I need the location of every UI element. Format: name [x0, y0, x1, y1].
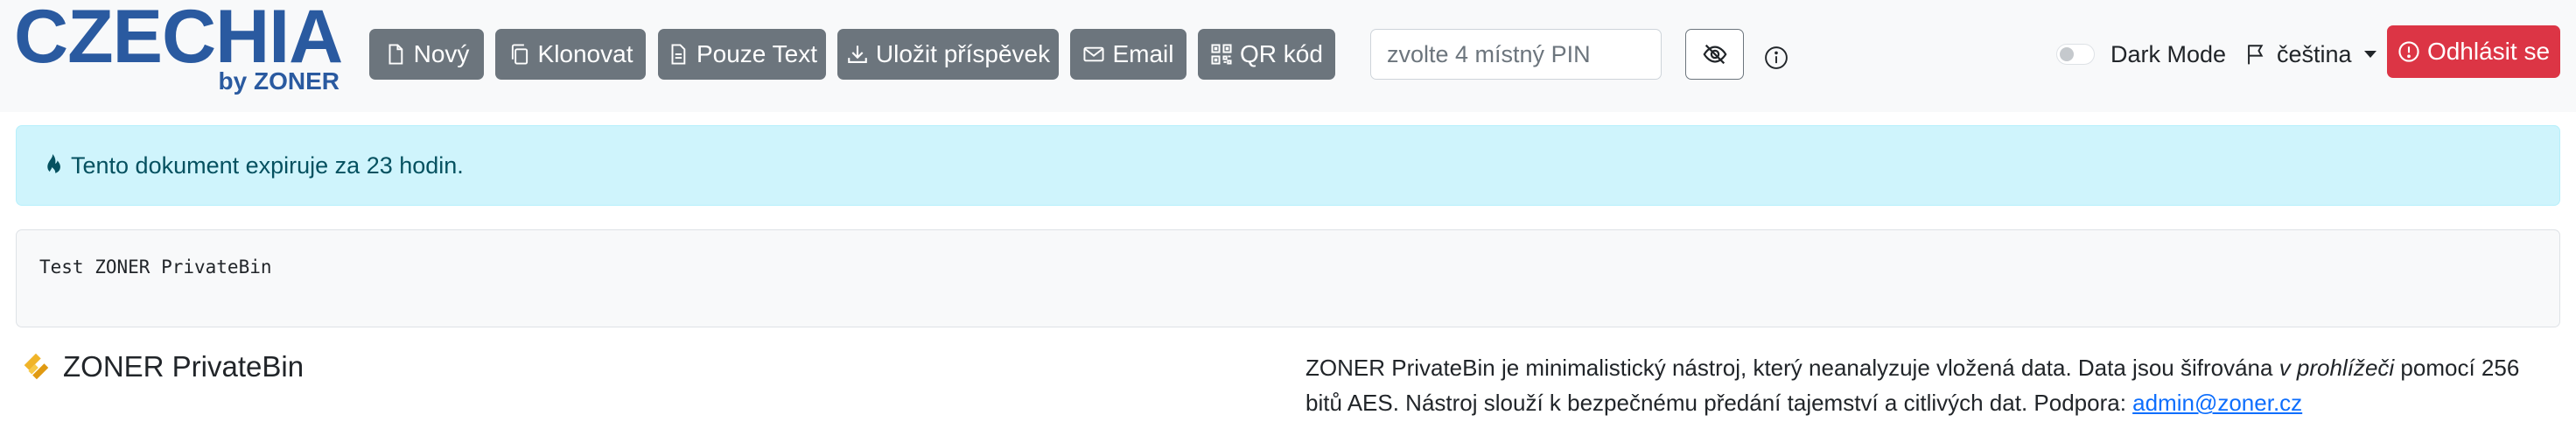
toggle-knob — [2060, 47, 2074, 61]
pin-input[interactable] — [1370, 29, 1662, 80]
logo-subtitle: by ZONER — [218, 67, 340, 95]
envelope-icon — [1083, 46, 1105, 62]
paste-text: Test ZONER PrivateBin — [39, 257, 272, 278]
save-paste-button-label: Uložit příspěvek — [875, 40, 1051, 67]
footer-brand: ZONER PrivateBin — [19, 350, 304, 383]
expiration-alert: Tento dokument expiruje za 23 hodin. — [16, 125, 2560, 206]
footer-desc-pre: ZONER PrivateBin je minimalistický nástr… — [1306, 355, 2279, 381]
alert-text: Tento dokument expiruje za 23 hodin. — [71, 151, 464, 179]
qr-code-button-label: QR kód — [1240, 40, 1323, 67]
flag-icon — [2248, 45, 2264, 65]
download-icon — [848, 46, 867, 63]
file-text-icon — [671, 44, 686, 65]
email-button-label: Email — [1112, 40, 1174, 67]
qr-code-icon — [1211, 44, 1232, 65]
navbar: CZECHIA by ZONER Nový Klonovat Pouze Tex… — [0, 0, 2576, 112]
dark-mode-label: Dark Mode — [2110, 41, 2227, 67]
raw-text-button[interactable]: Pouze Text — [658, 29, 826, 80]
email-button[interactable]: Email — [1070, 29, 1186, 80]
save-paste-button[interactable]: Uložit příspěvek — [837, 29, 1059, 80]
language-dropdown[interactable]: čeština — [2245, 37, 2376, 72]
eye-slash-icon — [1703, 44, 1726, 65]
qr-code-button[interactable]: QR kód — [1198, 29, 1335, 80]
fire-icon — [47, 154, 60, 176]
pin-visibility-toggle[interactable] — [1685, 29, 1744, 80]
support-email-link[interactable]: admin@zoner.cz — [2132, 390, 2302, 416]
raw-text-button-label: Pouze Text — [696, 40, 818, 67]
info-circle-icon[interactable] — [1764, 46, 1788, 70]
logout-button[interactable]: Odhlásit se — [2387, 25, 2560, 78]
file-icon — [388, 44, 402, 65]
paste-content: Test ZONER PrivateBin — [16, 229, 2560, 327]
dark-mode-toggle[interactable] — [2056, 44, 2095, 65]
copy-icon — [511, 44, 528, 65]
footer-desc-emphasis: v prohlížeči — [2278, 355, 2395, 381]
privatebin-logo-icon — [24, 353, 49, 380]
language-label: čeština — [2277, 40, 2352, 67]
czechia-logo[interactable]: CZECHIA by ZONER — [14, 0, 343, 102]
clone-button-label: Klonovat — [537, 40, 634, 67]
clone-button[interactable]: Klonovat — [495, 29, 646, 80]
footer-description: ZONER PrivateBin je minimalistický nástr… — [1306, 350, 2548, 420]
logout-button-label: Odhlásit se — [2426, 38, 2551, 65]
footer-brand-name: ZONER PrivateBin — [63, 350, 304, 383]
new-button[interactable]: Nový — [369, 29, 484, 80]
chevron-down-icon — [2363, 51, 2376, 58]
new-button-label: Nový — [413, 40, 470, 67]
exclamation-circle-icon — [2398, 41, 2419, 62]
logo-title: CZECHIA — [14, 0, 343, 79]
